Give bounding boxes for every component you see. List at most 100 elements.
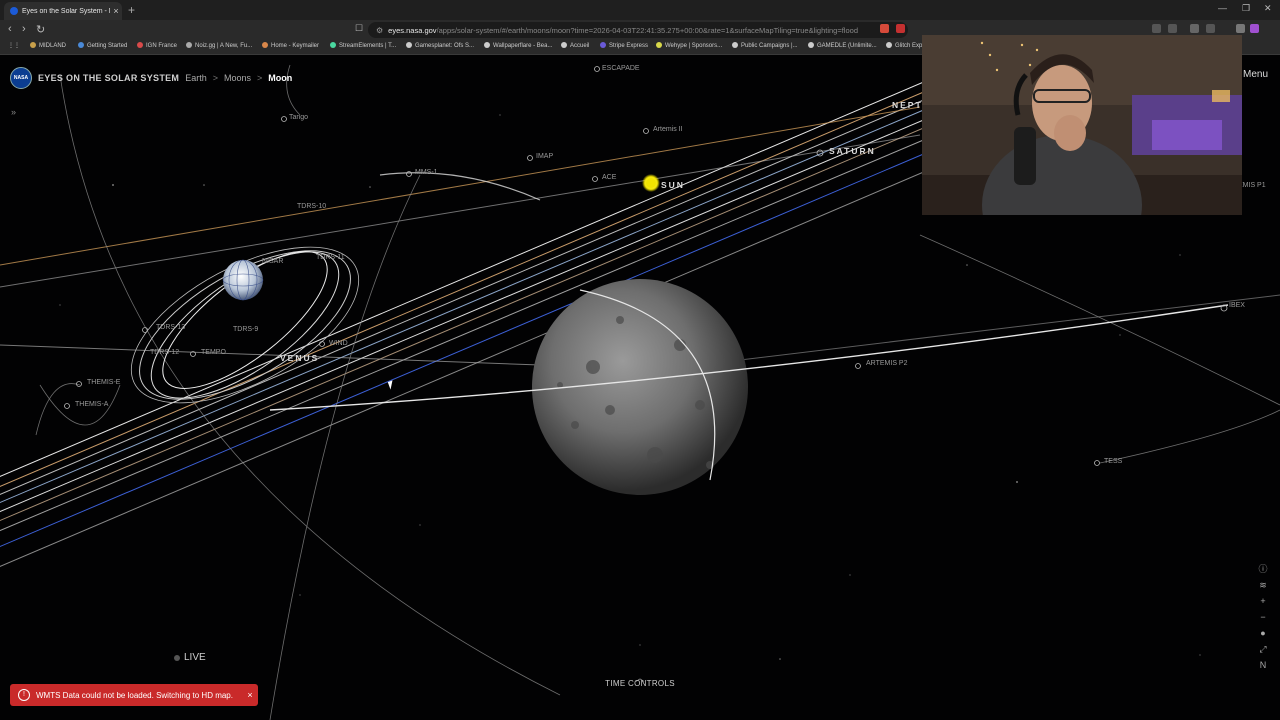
- label-tdrs-12[interactable]: TDRS-12: [150, 349, 179, 356]
- label-saturn[interactable]: SATURN: [829, 146, 876, 156]
- expand-panel-icon[interactable]: »: [11, 107, 16, 117]
- app-title[interactable]: EYES ON THE SOLAR SYSTEM: [38, 73, 179, 83]
- extension-icon[interactable]: [896, 24, 905, 33]
- nasa-logo[interactable]: NASA: [10, 67, 32, 89]
- tab-close-icon[interactable]: ×: [110, 6, 122, 16]
- warning-icon: !: [18, 689, 30, 701]
- bookmark-item[interactable]: Getting Started: [78, 42, 127, 49]
- nasa-favicon-icon: [10, 7, 18, 15]
- north-icon[interactable]: N: [1257, 659, 1269, 671]
- label-artemis-ii[interactable]: Artemis II: [653, 126, 683, 133]
- label-sun[interactable]: SUN: [661, 180, 685, 190]
- live-indicator-icon: [174, 654, 180, 661]
- label-artemis-p2[interactable]: ARTEMIS P2: [866, 360, 908, 367]
- bookmark-star-icon[interactable]: ☐: [355, 23, 363, 34]
- label-ace[interactable]: ACE: [602, 174, 616, 181]
- bookmark-icon: [808, 42, 814, 48]
- bookmark-item[interactable]: Glitch Exp: [886, 42, 922, 49]
- extension-icon[interactable]: [1152, 24, 1161, 33]
- label-nisar[interactable]: NISAR: [262, 258, 283, 265]
- extension-icon[interactable]: [1206, 24, 1215, 33]
- bookmark-item[interactable]: Wallpaperflare - Bea...: [484, 42, 552, 49]
- bookmark-item[interactable]: GAMEDLE (Unlimite...: [808, 42, 877, 49]
- label-tdrs-13[interactable]: TDRS-13: [156, 324, 185, 331]
- apps-icon[interactable]: ⋮⋮: [8, 42, 20, 49]
- time-controls-button[interactable]: ︿ TIME CONTROLS: [600, 671, 680, 688]
- view-tools: ⓘ ≋ + − ● ⤢ N: [1257, 563, 1269, 675]
- label-tempo[interactable]: TEMPO: [201, 349, 226, 356]
- bookmark-icon: [484, 42, 490, 48]
- reload-icon[interactable]: ↻: [36, 23, 45, 36]
- label-tess[interactable]: TESS: [1104, 458, 1122, 465]
- tab-title: Eyes on the Solar System - Moo: [22, 7, 110, 15]
- breadcrumb-separator: >: [212, 73, 219, 83]
- extension-icon[interactable]: [1190, 24, 1199, 33]
- bookmark-item[interactable]: Accueil: [561, 42, 589, 49]
- breadcrumb-earth[interactable]: Earth: [185, 73, 207, 83]
- webcam-feed: [922, 35, 1242, 215]
- url-host: eyes.nasa.gov: [388, 25, 437, 35]
- bookmark-icon: [137, 42, 143, 48]
- bookmark-icon: [330, 42, 336, 48]
- toast-close-icon[interactable]: ×: [242, 690, 258, 700]
- bookmark-item[interactable]: Public Campaigns |...: [732, 42, 798, 49]
- chevron-up-icon: ︿: [635, 673, 645, 683]
- label-imap[interactable]: IMAP: [536, 153, 553, 160]
- profile-icon[interactable]: [1250, 24, 1259, 33]
- extension-icon[interactable]: [880, 24, 889, 33]
- url-path: /apps/solar-system/#/earth/moons/moon?ti…: [436, 25, 858, 35]
- bookmark-icon: [78, 42, 84, 48]
- bookmark-item[interactable]: MIDLAND: [30, 42, 66, 49]
- live-button[interactable]: LIVE: [174, 652, 206, 663]
- bookmark-item[interactable]: IGN France: [137, 42, 177, 49]
- label-artemis-p1[interactable]: EMIS P1: [1238, 182, 1266, 189]
- label-themis-e[interactable]: THEMIS-E: [87, 379, 120, 386]
- bookmark-icon: [406, 42, 412, 48]
- label-escapade[interactable]: ESCAPADE: [602, 65, 640, 72]
- bookmark-item[interactable]: Wehype | Sponsors...: [656, 42, 722, 49]
- fullscreen-icon[interactable]: ⤢: [1257, 643, 1269, 655]
- minimize-icon[interactable]: —: [1218, 3, 1227, 13]
- bookmark-item[interactable]: Stripe Express: [600, 42, 648, 49]
- label-wind[interactable]: WIND: [329, 340, 348, 347]
- maximize-icon[interactable]: ❐: [1242, 3, 1250, 14]
- bookmark-item[interactable]: Noiz.gg | A New, Fu...: [186, 42, 252, 49]
- forward-icon[interactable]: ›: [22, 23, 26, 35]
- layers-icon[interactable]: ≋: [1257, 579, 1269, 591]
- bookmark-icon: [186, 42, 192, 48]
- breadcrumb-moons[interactable]: Moons: [224, 73, 251, 83]
- label-neptune[interactable]: NEPT: [892, 100, 923, 110]
- browser-tab[interactable]: Eyes on the Solar System - Moo ×: [4, 2, 122, 20]
- bookmark-item[interactable]: Gamesplanet: Ofs S...: [406, 42, 474, 49]
- extension-icon[interactable]: [1236, 24, 1245, 33]
- webcam-overlay: [922, 35, 1242, 215]
- back-icon[interactable]: ‹: [8, 23, 12, 35]
- bookmark-icon: [262, 42, 268, 48]
- bookmark-item[interactable]: Home - Keymailer: [262, 42, 319, 49]
- live-label: LIVE: [184, 652, 206, 663]
- site-info-icon[interactable]: ⚙: [376, 26, 383, 35]
- browser-tabbar: Eyes on the Solar System - Moo × + — ❐ ✕: [0, 0, 1280, 20]
- breadcrumb-separator: >: [257, 73, 263, 83]
- label-themis-a[interactable]: THEMIS-A: [75, 401, 108, 408]
- zoom-out-icon[interactable]: −: [1257, 611, 1269, 623]
- toast-message: WMTS Data could not be loaded. Switching…: [36, 690, 233, 700]
- label-tdrs-9[interactable]: TDRS-9: [233, 326, 258, 333]
- label-tdrs-11[interactable]: TDRS-11: [316, 254, 345, 261]
- address-bar[interactable]: ⚙ eyes.nasa.gov /apps/solar-system/#/ear…: [368, 22, 908, 38]
- error-toast: ! WMTS Data could not be loaded. Switchi…: [10, 684, 258, 706]
- zoom-in-icon[interactable]: +: [1257, 595, 1269, 607]
- bookmark-icon: [656, 42, 662, 48]
- close-window-icon[interactable]: ✕: [1264, 3, 1272, 14]
- label-tango[interactable]: Tango: [289, 114, 308, 121]
- info-icon[interactable]: ⓘ: [1257, 563, 1269, 575]
- lighting-icon[interactable]: ●: [1257, 627, 1269, 639]
- label-ibex[interactable]: IBEX: [1229, 302, 1245, 309]
- new-tab-button[interactable]: +: [128, 3, 135, 17]
- label-tdrs-10[interactable]: TDRS-10: [297, 203, 326, 210]
- bookmark-item[interactable]: StreamElements | T...: [330, 42, 396, 49]
- menu-button[interactable]: Menu: [1243, 69, 1268, 80]
- label-mms-1[interactable]: MMS-1: [415, 169, 438, 176]
- label-venus[interactable]: VENUS: [280, 353, 319, 363]
- extension-icon[interactable]: [1168, 24, 1177, 33]
